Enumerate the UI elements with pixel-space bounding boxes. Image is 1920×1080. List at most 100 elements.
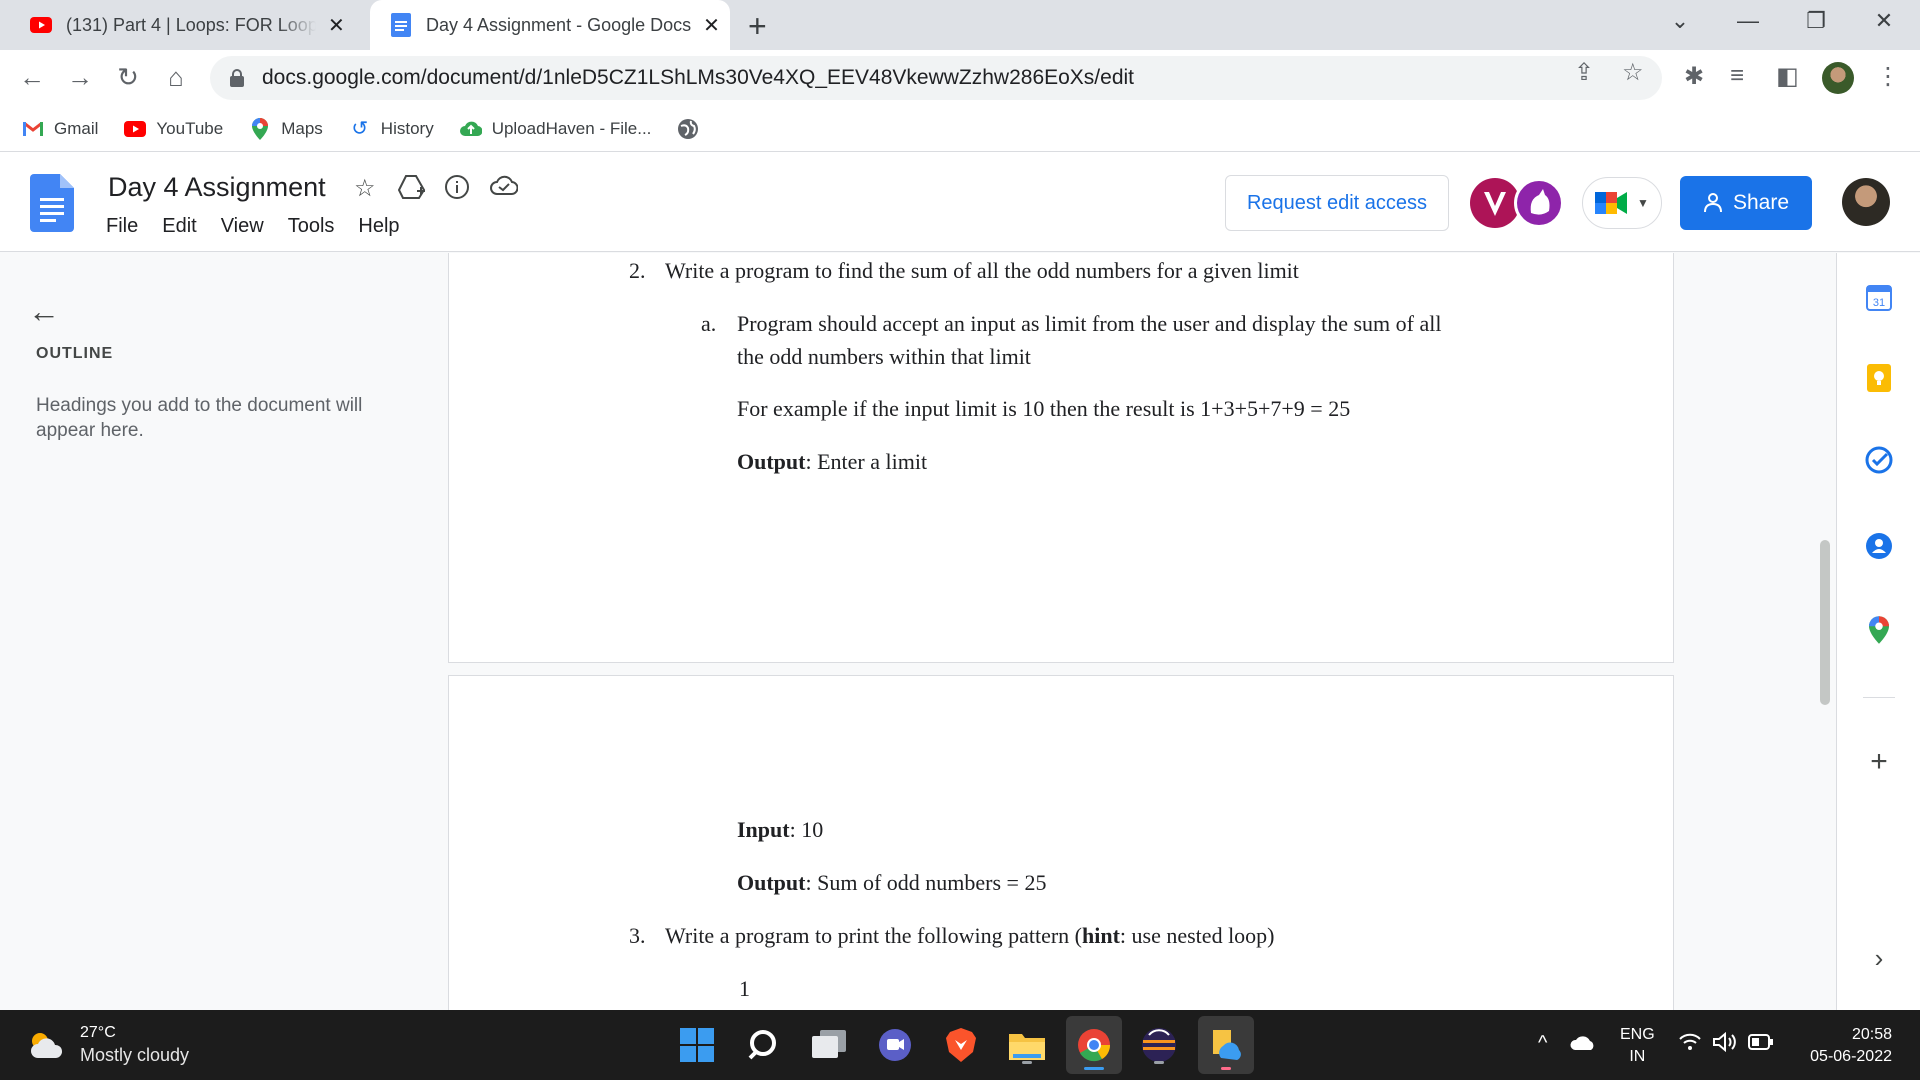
outline-title: OUTLINE (36, 345, 114, 362)
tasks-icon[interactable] (1864, 445, 1894, 475)
user-avatar[interactable] (1842, 178, 1890, 226)
system-clock[interactable]: 20:58 05-06-2022 (1792, 1024, 1892, 1068)
url-text: docs.google.com/document/d/1nleD5CZ1LShL… (262, 66, 1135, 89)
output-label: Output (737, 870, 806, 895)
close-tab-icon[interactable]: ✕ (328, 13, 345, 38)
volume-icon[interactable] (1712, 1031, 1738, 1058)
reload-icon[interactable]: ↻ (112, 62, 144, 93)
battery-icon[interactable] (1748, 1032, 1774, 1058)
chrome-icon[interactable] (1066, 1016, 1122, 1074)
home-icon[interactable]: ⌂ (160, 62, 192, 93)
restore-icon[interactable]: ❐ (1796, 8, 1836, 34)
window-close-icon[interactable]: ✕ (1864, 8, 1904, 34)
task-view-icon[interactable] (806, 1022, 852, 1068)
get-add-ons-plus-icon[interactable]: + (1864, 745, 1894, 778)
wifi-icon[interactable] (1678, 1032, 1702, 1058)
bookmarks-bar: Gmail YouTube Maps ↺ History UploadHaven… (0, 106, 1920, 152)
cloud-saved-icon[interactable] (490, 174, 519, 203)
maps-icon[interactable] (1864, 615, 1894, 645)
bookmark-label: Gmail (54, 118, 99, 138)
onedrive-cloud-icon[interactable] (1570, 1034, 1596, 1057)
bookmark-star-icon[interactable]: ☆ (1622, 58, 1644, 87)
document-title[interactable]: Day 4 Assignment (108, 172, 326, 203)
new-tab-icon[interactable]: + (748, 8, 767, 45)
windows-start-icon[interactable] (674, 1022, 720, 1068)
google-meet-icon (1595, 192, 1628, 214)
media-control-icon[interactable]: ≡ (1730, 62, 1744, 90)
back-icon[interactable]: ← (16, 62, 48, 93)
menu-tools[interactable]: Tools (288, 215, 335, 238)
share-page-icon[interactable]: ⇪ (1574, 58, 1594, 87)
file-explorer-icon[interactable] (1004, 1022, 1050, 1068)
vertical-scrollbar[interactable] (1820, 540, 1830, 705)
move-to-drive-icon[interactable] (397, 174, 426, 207)
temperature: 27°C (80, 1024, 116, 1041)
globe-icon (677, 118, 699, 140)
output-text: : Enter a limit (805, 449, 928, 474)
uploadhaven-icon (459, 118, 482, 140)
forward-icon[interactable]: → (64, 62, 96, 93)
output-text: : Sum of odd numbers = 25 (805, 870, 1047, 895)
clock-date: 05-06-2022 (1810, 1048, 1892, 1065)
document-page[interactable]: Input: 10 Output: Sum of odd numbers = 2… (448, 675, 1674, 1010)
eclipse-icon[interactable] (1136, 1022, 1182, 1068)
bookmark-youtube[interactable]: YouTube (124, 118, 223, 140)
tab-search-icon[interactable]: ⌄ (1660, 8, 1700, 34)
profile-avatar[interactable] (1822, 62, 1854, 94)
sub-item-letter: a. (701, 311, 717, 336)
anonymous-animal-avatar-icon[interactable] (1514, 178, 1564, 228)
tab-youtube[interactable]: (131) Part 4 | Loops: FOR Loop | C ✕ (30, 0, 360, 50)
google-docs-logo[interactable] (30, 174, 74, 232)
close-outline-arrow-icon[interactable]: ← (28, 293, 60, 330)
lock-icon[interactable] (230, 69, 244, 87)
contacts-icon[interactable] (1864, 531, 1894, 561)
bookmark-globe[interactable] (677, 118, 709, 140)
bookmark-gmail[interactable]: Gmail (22, 118, 98, 140)
menu-kebab-icon[interactable]: ⋮ (1876, 62, 1900, 91)
language-code: ENG (1620, 1026, 1655, 1043)
side-panel-icon[interactable]: ◧ (1776, 62, 1799, 91)
request-edit-access-button[interactable]: Request edit access (1225, 175, 1449, 231)
region-code: IN (1629, 1048, 1646, 1065)
question-number: 2. (629, 258, 646, 283)
chevron-right-icon[interactable]: › (1864, 943, 1894, 973)
running-indicator (1221, 1067, 1231, 1070)
question-3-text: Write a program to print the following p… (665, 923, 1275, 949)
windows-taskbar: 27°C Mostly cloudy ^ ENG IN 20:58 05-06-… (0, 1010, 1920, 1080)
bookmark-maps[interactable]: Maps (249, 117, 323, 140)
bookmark-history[interactable]: ↺ History (349, 118, 433, 140)
share-button[interactable]: Share (1680, 176, 1812, 230)
menu-file[interactable]: File (106, 215, 138, 238)
document-page[interactable]: 2. Write a program to find the sum of al… (448, 253, 1674, 663)
menu-edit[interactable]: Edit (162, 215, 196, 238)
address-bar[interactable]: docs.google.com/document/d/1nleD5CZ1LShL… (210, 56, 1662, 100)
keep-icon[interactable] (1864, 363, 1894, 393)
tab-title: (131) Part 4 | Loops: FOR Loop | C (66, 14, 316, 35)
weather-widget[interactable]: 27°C Mostly cloudy (28, 1024, 189, 1066)
meet-button[interactable]: ▼ (1582, 177, 1662, 229)
document-canvas[interactable]: 2. Write a program to find the sum of al… (420, 253, 1836, 1010)
q3-text-start: Write a program to print the following p… (665, 923, 1082, 948)
outline-empty-text: Headings you add to the document will ap… (36, 395, 363, 441)
document-details-icon[interactable] (444, 174, 470, 207)
brave-browser-icon[interactable] (938, 1022, 984, 1068)
menu-view[interactable]: View (221, 215, 264, 238)
star-icon[interactable]: ☆ (354, 174, 376, 203)
calendar-icon[interactable]: 31 (1864, 283, 1894, 313)
extensions-icon[interactable]: ✱ (1684, 62, 1704, 91)
side-panel-divider (1863, 697, 1895, 698)
minimize-icon[interactable]: — (1728, 8, 1768, 34)
notes-app-icon[interactable] (1198, 1016, 1254, 1074)
tab-google-docs[interactable]: Day 4 Assignment - Google Docs ✕ (370, 0, 730, 50)
search-icon[interactable] (740, 1022, 786, 1068)
show-hidden-icons-chevron-icon[interactable]: ^ (1538, 1032, 1547, 1055)
close-tab-icon[interactable]: ✕ (703, 13, 720, 38)
menu-help[interactable]: Help (358, 215, 399, 238)
input-language-indicator[interactable]: ENG IN (1620, 1024, 1655, 1068)
share-label: Share (1732, 191, 1790, 214)
collaborator-avatar-icon[interactable] (1470, 178, 1520, 228)
outline-panel: ← OUTLINE Headings you add to the docume… (0, 253, 420, 1010)
teams-chat-icon[interactable] (872, 1022, 918, 1068)
bookmark-uploadhaven[interactable]: UploadHaven - File... (459, 118, 651, 140)
history-icon: ↺ (351, 118, 369, 140)
